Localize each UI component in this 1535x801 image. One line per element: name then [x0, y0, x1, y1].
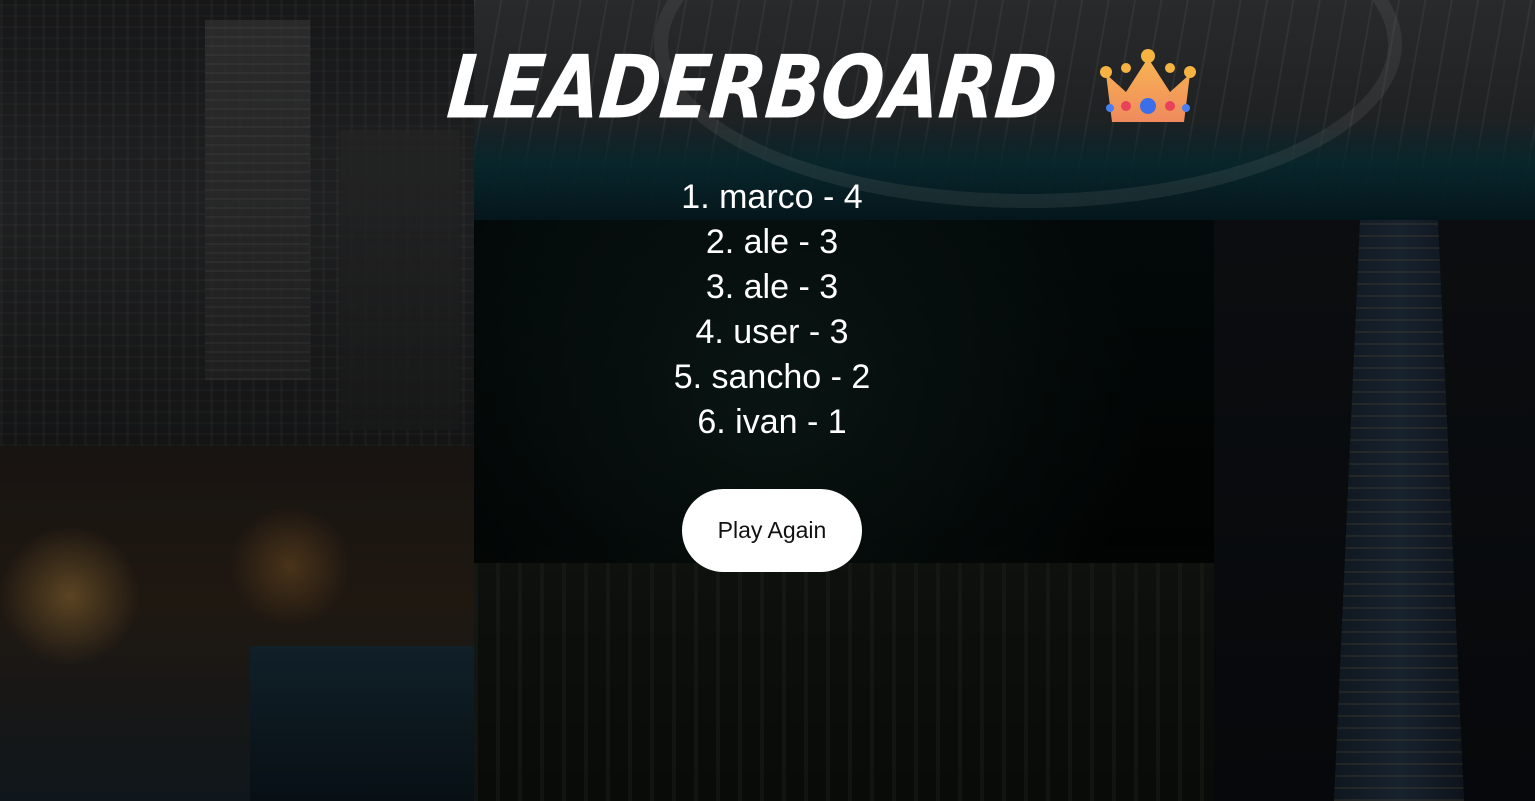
- leaderboard-entry: 1. marco - 4: [681, 178, 863, 216]
- crown-icon: [1099, 49, 1196, 122]
- page-title: LEADERBOARD: [443, 37, 1061, 139]
- leaderboard-screen: LEADERBOARD 1. marco - 4 2. ale - 3 3. a…: [0, 0, 1535, 801]
- leaderboard-entry: 3. ale - 3: [705, 268, 839, 306]
- leaderboard-list: 1. marco - 4 2. ale - 3 3. ale - 3 4. us…: [572, 175, 972, 445]
- leaderboard-entry: 2. ale - 3: [705, 223, 839, 261]
- header: LEADERBOARD: [443, 37, 1196, 139]
- leaderboard-entry: 5. sancho - 2: [673, 358, 871, 396]
- leaderboard-entry: 6. ivan - 1: [697, 403, 847, 441]
- leaderboard-entry: 4. user - 3: [695, 313, 849, 351]
- play-again-button[interactable]: Play Again: [682, 489, 862, 572]
